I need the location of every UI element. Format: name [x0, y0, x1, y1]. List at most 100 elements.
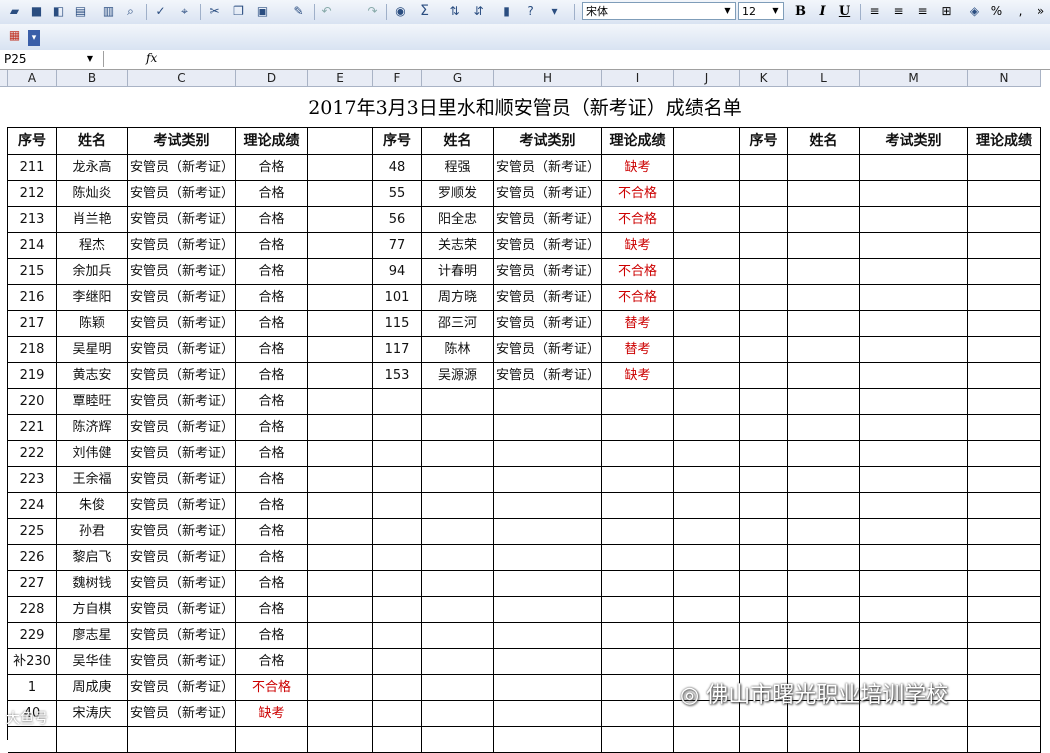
table-cell-middle[interactable] — [602, 415, 674, 441]
table-cell-middle[interactable]: 不合格 — [602, 181, 674, 207]
table-cell-left[interactable]: 覃睦旺 — [57, 389, 128, 415]
table-cell-right[interactable] — [968, 649, 1041, 675]
table-cell-left[interactable]: 220 — [8, 389, 57, 415]
table-cell-right[interactable] — [968, 337, 1041, 363]
table-cell-middle[interactable] — [494, 701, 602, 727]
table-cell-right[interactable] — [968, 207, 1041, 233]
table-cell-middle[interactable]: 101 — [373, 285, 422, 311]
column-header-l[interactable]: L — [788, 70, 860, 87]
gap-cell[interactable] — [308, 493, 373, 519]
table-cell-middle[interactable] — [373, 389, 422, 415]
table-cell-middle[interactable] — [494, 389, 602, 415]
table-cell-right[interactable] — [740, 519, 788, 545]
table-cell-right[interactable] — [968, 155, 1041, 181]
table-cell-left[interactable]: 安管员（新考证） — [128, 441, 236, 467]
table-cell-middle[interactable] — [602, 675, 674, 701]
table-cell-right[interactable] — [740, 233, 788, 259]
table-cell-middle[interactable]: 罗顺发 — [422, 181, 494, 207]
table-cell-right[interactable] — [968, 571, 1041, 597]
table-cell-middle[interactable]: 115 — [373, 311, 422, 337]
table-cell-left[interactable]: 安管员（新考证） — [128, 623, 236, 649]
table-cell-left[interactable]: 合格 — [236, 155, 308, 181]
column-header-b[interactable]: B — [57, 70, 128, 87]
column-header-h[interactable]: H — [494, 70, 602, 87]
column-header-j[interactable]: J — [674, 70, 740, 87]
sort-ascending-icon[interactable]: ⇅ — [446, 3, 463, 20]
table-cell-left[interactable]: 刘伟健 — [57, 441, 128, 467]
table-cell-left[interactable]: 吴华佳 — [57, 649, 128, 675]
table-cell-right[interactable] — [968, 363, 1041, 389]
table-cell-right[interactable] — [860, 597, 968, 623]
table-cell-middle[interactable]: 替考 — [602, 311, 674, 337]
table-cell-right[interactable] — [740, 207, 788, 233]
table-cell-left[interactable]: 225 — [8, 519, 57, 545]
table-cell-middle[interactable]: 缺考 — [602, 363, 674, 389]
table-cell-left[interactable]: 龙永高 — [57, 155, 128, 181]
table-cell-right[interactable] — [860, 233, 968, 259]
table-cell-middle[interactable] — [422, 545, 494, 571]
table-cell-right[interactable] — [740, 467, 788, 493]
gap-cell[interactable] — [674, 128, 740, 155]
gap-cell[interactable] — [674, 623, 740, 649]
table-cell-middle[interactable] — [422, 467, 494, 493]
table-cell-left[interactable]: 合格 — [236, 545, 308, 571]
chevron-down-icon[interactable]: ▼ — [769, 4, 782, 18]
table-cell-right[interactable] — [788, 727, 860, 753]
table-cell-right[interactable] — [860, 337, 968, 363]
table-cell-middle[interactable] — [602, 701, 674, 727]
table-cell-left[interactable]: 合格 — [236, 181, 308, 207]
select-all-corner[interactable] — [0, 70, 8, 87]
gap-cell[interactable] — [674, 311, 740, 337]
table-cell-left[interactable]: 合格 — [236, 389, 308, 415]
gap-cell[interactable] — [674, 207, 740, 233]
gap-cell[interactable] — [308, 649, 373, 675]
table-cell-right[interactable] — [788, 493, 860, 519]
table-cell-left[interactable]: 211 — [8, 155, 57, 181]
gap-cell[interactable] — [308, 545, 373, 571]
table-cell-middle[interactable] — [422, 519, 494, 545]
currency-icon[interactable]: ◈ — [966, 3, 983, 20]
table-cell-right[interactable] — [860, 727, 968, 753]
table-cell-middle[interactable] — [422, 597, 494, 623]
table-cell-left[interactable]: 安管员（新考证） — [128, 545, 236, 571]
table-cell-left[interactable]: 安管员（新考证） — [128, 389, 236, 415]
table-cell-middle[interactable] — [373, 441, 422, 467]
table-cell-middle[interactable] — [373, 727, 422, 753]
table-cell-middle[interactable] — [602, 571, 674, 597]
table-cell-middle[interactable]: 缺考 — [602, 155, 674, 181]
table-cell-left[interactable]: 陈济辉 — [57, 415, 128, 441]
table-cell-right[interactable] — [968, 259, 1041, 285]
table-cell-left[interactable]: 合格 — [236, 233, 308, 259]
table-cell-middle[interactable] — [422, 493, 494, 519]
table-cell-right[interactable] — [740, 727, 788, 753]
table-cell-left[interactable]: 黎启飞 — [57, 545, 128, 571]
table-cell-middle[interactable] — [373, 493, 422, 519]
autosum-icon[interactable]: Σ — [416, 3, 433, 20]
table-cell-right[interactable] — [740, 545, 788, 571]
format-painter-icon[interactable]: ✎ — [290, 3, 307, 20]
table-cell-right[interactable] — [788, 415, 860, 441]
table-cell-left[interactable]: 安管员（新考证） — [128, 207, 236, 233]
table-cell-middle[interactable] — [373, 545, 422, 571]
table-cell-right[interactable] — [740, 181, 788, 207]
table-cell-right[interactable] — [788, 649, 860, 675]
table-cell-middle[interactable]: 安管员（新考证） — [494, 311, 602, 337]
table-cell-right[interactable] — [968, 493, 1041, 519]
table-cell-middle[interactable] — [373, 649, 422, 675]
table-cell-left[interactable]: 合格 — [236, 285, 308, 311]
table-cell-middle[interactable] — [422, 441, 494, 467]
table-cell-left[interactable]: 合格 — [236, 363, 308, 389]
table-cell-left[interactable]: 宋涛庆 — [57, 701, 128, 727]
gap-cell[interactable] — [308, 727, 373, 753]
table-cell-right[interactable] — [968, 181, 1041, 207]
table-cell-left[interactable]: 不合格 — [236, 675, 308, 701]
table-cell-right[interactable] — [788, 467, 860, 493]
table-cell-right[interactable] — [788, 155, 860, 181]
table-cell-right[interactable] — [788, 441, 860, 467]
table-cell-right[interactable] — [788, 363, 860, 389]
gap-cell[interactable] — [674, 259, 740, 285]
table-cell-left[interactable]: 214 — [8, 233, 57, 259]
gap-cell[interactable] — [674, 155, 740, 181]
table-cell-middle[interactable] — [494, 545, 602, 571]
table-cell-middle[interactable] — [422, 571, 494, 597]
